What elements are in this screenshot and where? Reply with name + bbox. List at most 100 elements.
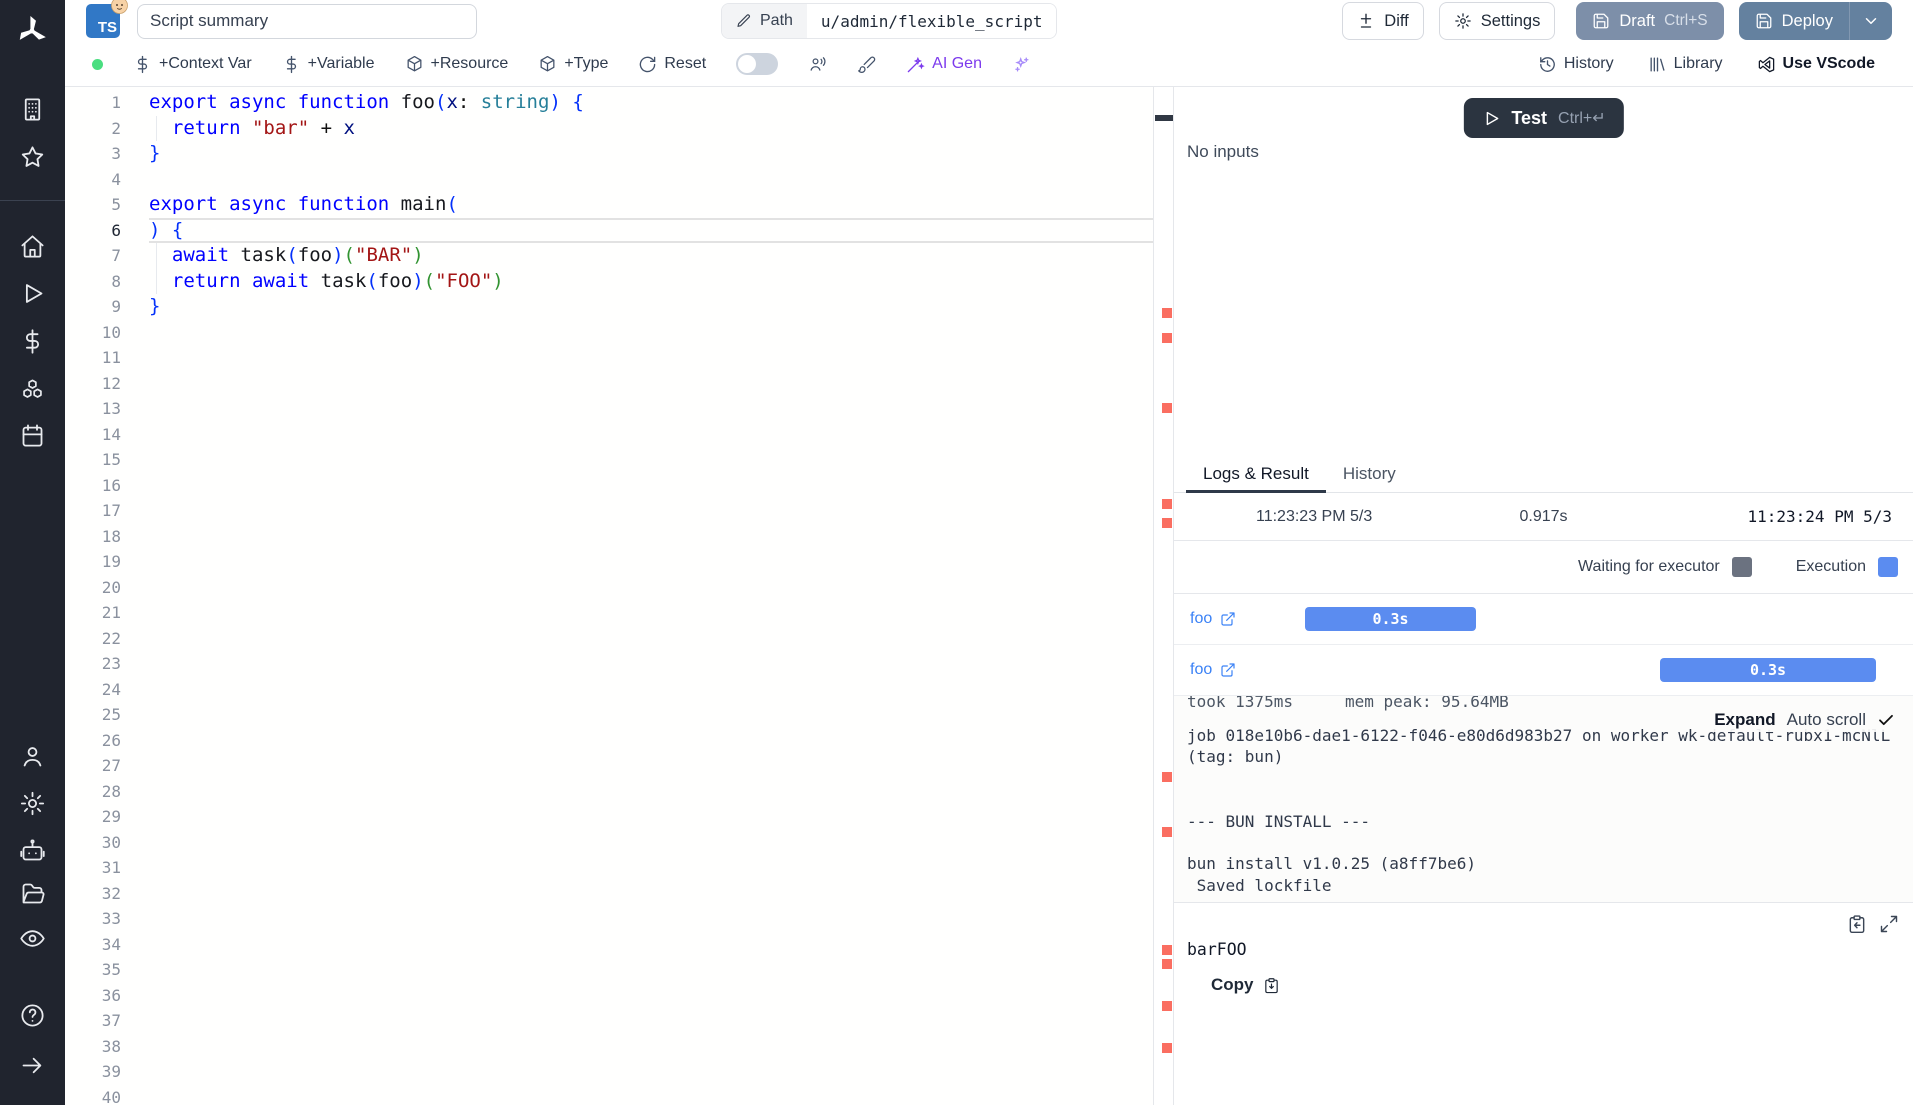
editor-line[interactable]: 15 — [65, 447, 1153, 473]
editor-line[interactable]: 36 — [65, 983, 1153, 1009]
draft-button-label: Draft — [1619, 12, 1655, 31]
path-button[interactable]: Path — [722, 4, 807, 38]
variables-dollar-icon[interactable] — [19, 328, 46, 355]
editor-line[interactable]: 31 — [65, 855, 1153, 881]
editor-line[interactable]: 30 — [65, 830, 1153, 856]
editor-line[interactable]: 14 — [65, 422, 1153, 448]
sparkles-icon-button[interactable] — [1012, 55, 1031, 74]
deploy-button[interactable]: Deploy — [1739, 2, 1892, 40]
external-link-icon — [1220, 611, 1236, 627]
editor-line[interactable]: 40 — [65, 1085, 1153, 1105]
add-resource-button[interactable]: +Resource — [405, 55, 509, 74]
add-type-button[interactable]: +Type — [538, 55, 608, 74]
tab-logs-result[interactable]: Logs & Result — [1186, 455, 1326, 492]
editor-line[interactable]: 32 — [65, 881, 1153, 907]
editor-line[interactable]: 23 — [65, 651, 1153, 677]
editor-line[interactable]: 4 — [65, 167, 1153, 193]
editor-line[interactable]: 5export async function main( — [65, 192, 1153, 218]
editor-line[interactable]: 33 — [65, 906, 1153, 932]
editor-line[interactable]: 10 — [65, 320, 1153, 346]
settings-button[interactable]: Settings — [1439, 2, 1556, 40]
draft-button[interactable]: Draft Ctrl+S — [1576, 2, 1723, 40]
editor-line[interactable]: 39 — [65, 1059, 1153, 1085]
tab-history[interactable]: History — [1326, 455, 1413, 492]
editor-line[interactable]: 35 — [65, 957, 1153, 983]
editor-line[interactable]: 20 — [65, 575, 1153, 601]
editor-line[interactable]: 26 — [65, 728, 1153, 754]
expand-arrow-icon[interactable] — [19, 1052, 46, 1079]
run-link[interactable]: foo — [1190, 610, 1236, 628]
editor-line[interactable]: 38 — [65, 1034, 1153, 1060]
clipboard-icon — [1263, 977, 1280, 994]
clipboard-import-icon[interactable] — [1847, 914, 1867, 934]
ai-gen-button[interactable]: AI Gen — [906, 55, 982, 74]
scrollbar-slider[interactable] — [1155, 115, 1173, 121]
editor-line[interactable]: 19 — [65, 549, 1153, 575]
editor-line[interactable]: 34 — [65, 932, 1153, 958]
editor-line[interactable]: 8 return await task(foo)("FOO") — [65, 269, 1153, 295]
user-icon[interactable] — [19, 743, 46, 770]
editor-line[interactable]: 12 — [65, 371, 1153, 397]
help-question-icon[interactable] — [19, 1002, 46, 1029]
run-link[interactable]: foo — [1190, 661, 1236, 679]
windmill-logo-icon[interactable] — [13, 12, 51, 50]
maximize-icon[interactable] — [1879, 914, 1899, 934]
path-button-label: Path — [760, 12, 793, 30]
users-icon — [808, 55, 827, 74]
line-number: 3 — [65, 141, 149, 167]
editor-line[interactable]: 24 — [65, 677, 1153, 703]
reset-button[interactable]: Reset — [638, 55, 706, 74]
script-summary-input[interactable] — [137, 4, 477, 39]
editor-line[interactable]: 16 — [65, 473, 1153, 499]
editor-line[interactable]: 7 await task(foo)("BAR") — [65, 243, 1153, 269]
diff-button[interactable]: Diff — [1342, 2, 1423, 40]
expand-button[interactable]: Expand — [1714, 710, 1775, 730]
test-button[interactable]: Test Ctrl+↵ — [1463, 98, 1623, 138]
favorites-star-icon[interactable] — [19, 144, 46, 171]
runs-play-icon[interactable] — [19, 280, 46, 307]
folders-icon[interactable] — [19, 880, 46, 907]
audit-eye-icon[interactable] — [19, 925, 46, 952]
editor-line[interactable]: 18 — [65, 524, 1153, 550]
line-number: 25 — [65, 702, 149, 728]
autoscroll-toggle[interactable]: Auto scroll — [1787, 710, 1866, 730]
editor-line[interactable]: 28 — [65, 779, 1153, 805]
copy-button[interactable]: Copy — [1211, 975, 1280, 995]
deploy-dropdown-button[interactable] — [1849, 2, 1892, 40]
editor-line[interactable]: 13 — [65, 396, 1153, 422]
workers-robot-icon[interactable] — [19, 837, 46, 864]
editor-line[interactable]: 21 — [65, 600, 1153, 626]
editor-line[interactable]: 27 — [65, 753, 1153, 779]
editor-line[interactable]: 9} — [65, 294, 1153, 320]
settings-gear-icon[interactable] — [19, 790, 46, 817]
editor-line[interactable]: 1export async function foo(x: string) { — [65, 90, 1153, 116]
editor-line[interactable]: 11 — [65, 345, 1153, 371]
editor-line[interactable]: 3} — [65, 141, 1153, 167]
error-mark — [1162, 945, 1172, 955]
library-button[interactable]: Library — [1648, 55, 1723, 74]
code-editor[interactable]: 1export async function foo(x: string) {2… — [65, 87, 1153, 1105]
resources-cubes-icon[interactable] — [19, 377, 46, 404]
multiplayer-button[interactable] — [808, 55, 827, 74]
home-icon[interactable] — [19, 233, 46, 260]
editor-line[interactable]: 29 — [65, 804, 1153, 830]
error-mark — [1162, 403, 1172, 413]
workspace-icon[interactable] — [19, 96, 46, 123]
editor-line[interactable]: 6) { — [65, 218, 1153, 244]
editor-line[interactable]: 2 return "bar" + x — [65, 116, 1153, 142]
add-variable-button[interactable]: +Variable — [282, 55, 375, 74]
schedules-calendar-icon[interactable] — [19, 422, 46, 449]
editor-line[interactable]: 37 — [65, 1008, 1153, 1034]
editor-line[interactable]: 17 — [65, 498, 1153, 524]
collab-toggle[interactable] — [736, 53, 778, 75]
use-vscode-button[interactable]: Use VScode — [1757, 55, 1875, 74]
editor-line[interactable]: 25 — [65, 702, 1153, 728]
deploy-button-label: Deploy — [1782, 12, 1833, 31]
language-badge-label: TS — [98, 19, 117, 36]
path-value[interactable]: u/admin/flexible_script — [807, 4, 1057, 38]
editor-line[interactable]: 22 — [65, 626, 1153, 652]
format-brush-button[interactable] — [857, 55, 876, 74]
add-context-var-button[interactable]: +Context Var — [133, 55, 252, 74]
history-button[interactable]: History — [1538, 55, 1614, 74]
log-line: --- BUN INSTALL --- — [1187, 811, 1897, 832]
